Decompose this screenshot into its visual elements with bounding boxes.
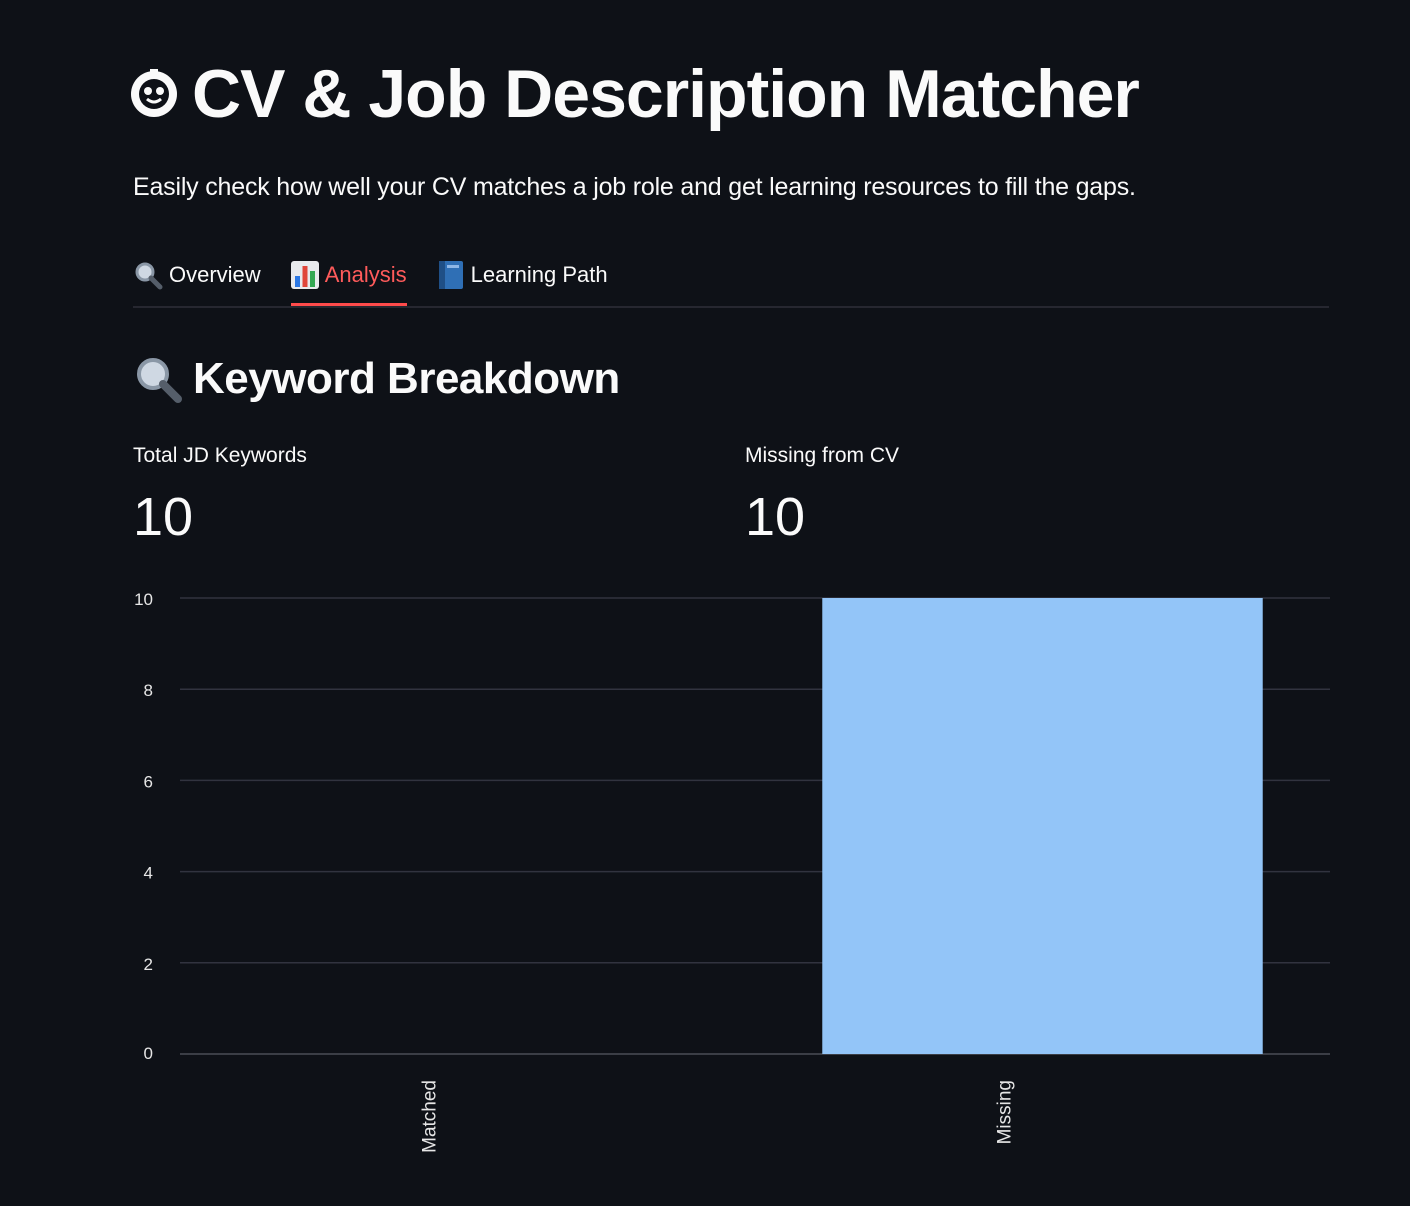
bar-chart-icon xyxy=(290,260,319,290)
bar-missing xyxy=(822,598,1263,1054)
app-title: CV & Job Description Matcher xyxy=(192,56,1140,132)
y-tick-label: 8 xyxy=(144,681,153,700)
tab-bar: Overview Analysis Learning Path xyxy=(133,246,1329,308)
metric-missing-from-cv: Missing from CV 10 xyxy=(745,444,899,548)
app-subtitle: Easily check how well your CV matches a … xyxy=(133,173,1136,201)
y-tick-label: 0 xyxy=(144,1044,153,1063)
page-title: CV & Job Description Matcher xyxy=(128,52,1140,136)
main-content: CV & Job Description Matcher Easily chec… xyxy=(0,0,1410,1206)
metric-label: Total JD Keywords xyxy=(133,444,307,467)
tab-learning-path[interactable]: Learning Path xyxy=(437,246,608,304)
section-title: Keyword Breakdown xyxy=(193,354,620,403)
metric-value: 10 xyxy=(745,487,806,547)
magnifier-icon xyxy=(133,260,163,290)
section-heading: Keyword Breakdown xyxy=(133,354,620,404)
metric-total-keywords: Total JD Keywords 10 xyxy=(133,444,307,548)
chart-svg: 0 2 4 6 8 10 Matched Missing xyxy=(134,590,1330,1153)
tab-label: Learning Path xyxy=(470,262,608,287)
y-tick-label: 10 xyxy=(134,590,153,609)
y-tick-label: 4 xyxy=(144,864,153,883)
tab-label: Overview xyxy=(169,262,261,287)
x-tick-label: Missing xyxy=(995,1080,1016,1144)
tab-label: Analysis xyxy=(324,262,407,287)
y-tick-label: 2 xyxy=(144,955,153,974)
metric-value: 10 xyxy=(133,487,194,547)
tab-overview[interactable]: Overview xyxy=(133,246,261,304)
magnifier-icon xyxy=(133,354,183,404)
keyword-bar-chart: 0 2 4 6 8 10 Matched Missing xyxy=(0,570,1410,1195)
book-icon xyxy=(437,260,465,290)
tab-analysis[interactable]: Analysis xyxy=(290,246,407,306)
x-tick-label: Matched xyxy=(420,1080,441,1153)
metric-label: Missing from CV xyxy=(745,444,900,467)
robot-face-icon xyxy=(128,68,180,120)
y-tick-label: 6 xyxy=(144,772,153,791)
